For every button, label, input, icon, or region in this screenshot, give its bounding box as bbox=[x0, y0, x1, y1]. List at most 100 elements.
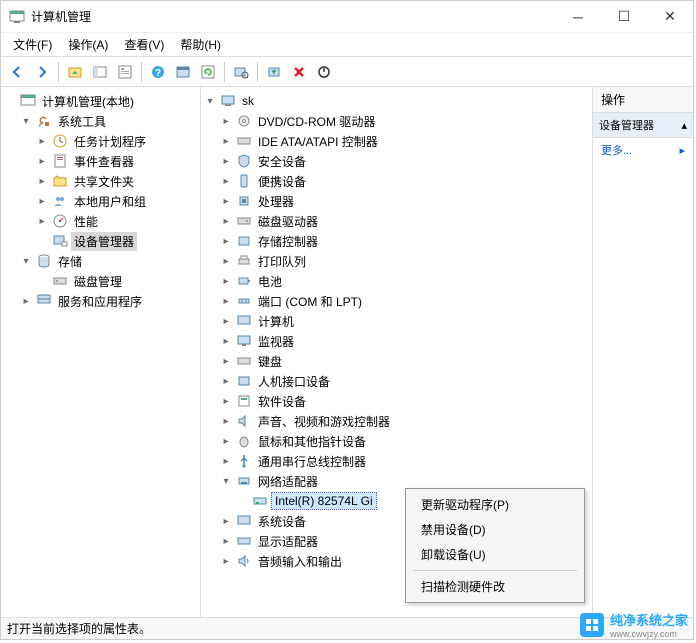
chevron-down-icon[interactable]: ▾ bbox=[203, 94, 217, 108]
window-title: 计算机管理 bbox=[31, 8, 555, 25]
update-driver-button[interactable] bbox=[262, 60, 286, 84]
device-computer[interactable]: ▸计算机 bbox=[219, 311, 590, 331]
device-processors[interactable]: ▸处理器 bbox=[219, 191, 590, 211]
actions-pane: 操作 设备管理器 ▴ 更多... ▸ bbox=[593, 87, 693, 617]
help-button[interactable]: ? bbox=[146, 60, 170, 84]
refresh-button[interactable] bbox=[196, 60, 220, 84]
properties-button[interactable] bbox=[113, 60, 137, 84]
tree-services-apps[interactable]: ▸服务和应用程序 bbox=[19, 291, 198, 311]
device-sound[interactable]: ▸声音、视频和游戏控制器 bbox=[219, 411, 590, 431]
minimize-button[interactable]: ─ bbox=[555, 1, 601, 32]
watermark-url: www.cwvjzy.com bbox=[610, 629, 688, 639]
computer-mgmt-icon bbox=[20, 93, 36, 109]
device-print-queue[interactable]: ▸打印队列 bbox=[219, 251, 590, 271]
app-icon bbox=[9, 9, 25, 25]
device-ports[interactable]: ▸端口 (COM 和 LPT) bbox=[219, 291, 590, 311]
device-security[interactable]: ▸安全设备 bbox=[219, 151, 590, 171]
performance-icon bbox=[52, 213, 68, 229]
chevron-right-icon[interactable]: ▸ bbox=[35, 194, 49, 208]
port-icon bbox=[236, 293, 252, 309]
device-hid[interactable]: ▸人机接口设备 bbox=[219, 371, 590, 391]
nic-icon bbox=[252, 493, 268, 509]
back-button[interactable] bbox=[5, 60, 29, 84]
device-portable[interactable]: ▸便携设备 bbox=[219, 171, 590, 191]
cm-uninstall-device[interactable]: 卸载设备(U) bbox=[409, 542, 581, 567]
watermark-text: 纯净系统之家 bbox=[610, 610, 688, 629]
sound-icon bbox=[236, 413, 252, 429]
clock-icon bbox=[52, 133, 68, 149]
up-triangle-icon: ▴ bbox=[681, 119, 687, 132]
view-button[interactable] bbox=[171, 60, 195, 84]
actions-header: 操作 bbox=[593, 87, 693, 113]
menu-action[interactable]: 操作(A) bbox=[60, 34, 116, 55]
keyboard-icon bbox=[236, 353, 252, 369]
tree-system-tools[interactable]: ▾ 系统工具 bbox=[19, 111, 198, 131]
menu-file[interactable]: 文件(F) bbox=[5, 34, 60, 55]
tree-local-users[interactable]: ▸本地用户和组 bbox=[35, 191, 198, 211]
chevron-right-icon: ▸ bbox=[679, 144, 685, 157]
watermark: 纯净系统之家 www.cwvjzy.com bbox=[580, 610, 688, 639]
chevron-right-icon[interactable]: ▸ bbox=[35, 174, 49, 188]
tree-label: 系统工具 bbox=[55, 112, 109, 131]
device-dvd[interactable]: ▸DVD/CD-ROM 驱动器 bbox=[219, 111, 590, 131]
usb-icon bbox=[236, 453, 252, 469]
cm-scan-hardware[interactable]: 扫描检测硬件改 bbox=[409, 574, 581, 599]
chevron-right-icon[interactable]: ▸ bbox=[35, 134, 49, 148]
tree-storage[interactable]: ▾ 存储 bbox=[19, 251, 198, 271]
device-storage-ctrl[interactable]: ▸存储控制器 bbox=[219, 231, 590, 251]
device-mgr-icon bbox=[52, 233, 68, 249]
tools-icon bbox=[36, 113, 52, 129]
disable-button[interactable] bbox=[312, 60, 336, 84]
tree-disk-management[interactable]: 磁盘管理 bbox=[35, 271, 198, 291]
device-mice[interactable]: ▸鼠标和其他指针设备 bbox=[219, 431, 590, 451]
chevron-down-icon[interactable]: ▾ bbox=[219, 474, 233, 488]
device-ide[interactable]: ▸IDE ATA/ATAPI 控制器 bbox=[219, 131, 590, 151]
tree-performance[interactable]: ▸性能 bbox=[35, 211, 198, 231]
forward-button[interactable] bbox=[30, 60, 54, 84]
maximize-button[interactable]: ☐ bbox=[601, 1, 647, 32]
actions-selected[interactable]: 设备管理器 ▴ bbox=[593, 113, 693, 138]
device-usb[interactable]: ▸通用串行总线控制器 bbox=[219, 451, 590, 471]
device-disk-drives[interactable]: ▸磁盘驱动器 bbox=[219, 211, 590, 231]
titlebar: 计算机管理 ─ ☐ ✕ bbox=[1, 1, 693, 33]
svg-text:?: ? bbox=[155, 68, 161, 79]
actions-more[interactable]: 更多... ▸ bbox=[593, 138, 693, 162]
device-monitors[interactable]: ▸监视器 bbox=[219, 331, 590, 351]
tree-event-viewer[interactable]: ▸事件查看器 bbox=[35, 151, 198, 171]
users-icon bbox=[52, 193, 68, 209]
device-root[interactable]: ▾ sk bbox=[203, 91, 590, 111]
device-keyboard[interactable]: ▸键盘 bbox=[219, 351, 590, 371]
toolbar: ? bbox=[1, 57, 693, 87]
services-icon bbox=[36, 293, 52, 309]
network-icon bbox=[236, 473, 252, 489]
storage-ctrl-icon bbox=[236, 233, 252, 249]
cm-disable-device[interactable]: 禁用设备(D) bbox=[409, 517, 581, 542]
disk-icon bbox=[52, 273, 68, 289]
cm-update-driver[interactable]: 更新驱动程序(P) bbox=[409, 492, 581, 517]
uninstall-button[interactable] bbox=[287, 60, 311, 84]
tree-device-manager[interactable]: 设备管理器 bbox=[35, 231, 198, 251]
chevron-down-icon[interactable]: ▾ bbox=[19, 114, 33, 128]
tree-task-scheduler[interactable]: ▸任务计划程序 bbox=[35, 131, 198, 151]
software-icon bbox=[236, 393, 252, 409]
chevron-right-icon[interactable]: ▸ bbox=[35, 214, 49, 228]
menu-view[interactable]: 查看(V) bbox=[116, 34, 172, 55]
hid-icon bbox=[236, 373, 252, 389]
portable-icon bbox=[236, 173, 252, 189]
close-button[interactable]: ✕ bbox=[647, 1, 693, 32]
tree-shared-folders[interactable]: ▸共享文件夹 bbox=[35, 171, 198, 191]
device-software[interactable]: ▸软件设备 bbox=[219, 391, 590, 411]
tree-root[interactable]: 计算机管理(本地) bbox=[3, 91, 198, 111]
context-menu: 更新驱动程序(P) 禁用设备(D) 卸载设备(U) 扫描检测硬件改 bbox=[405, 488, 585, 603]
tree-label-selected: 设备管理器 bbox=[71, 232, 137, 251]
chevron-right-icon[interactable]: ▸ bbox=[35, 154, 49, 168]
show-hide-console-button[interactable] bbox=[88, 60, 112, 84]
chevron-right-icon[interactable]: ▸ bbox=[19, 294, 33, 308]
disk-drive-icon bbox=[236, 213, 252, 229]
scan-hardware-button[interactable] bbox=[229, 60, 253, 84]
up-button[interactable] bbox=[63, 60, 87, 84]
watermark-icon bbox=[580, 613, 604, 637]
device-battery[interactable]: ▸电池 bbox=[219, 271, 590, 291]
chevron-down-icon[interactable]: ▾ bbox=[19, 254, 33, 268]
menu-help[interactable]: 帮助(H) bbox=[172, 34, 229, 55]
